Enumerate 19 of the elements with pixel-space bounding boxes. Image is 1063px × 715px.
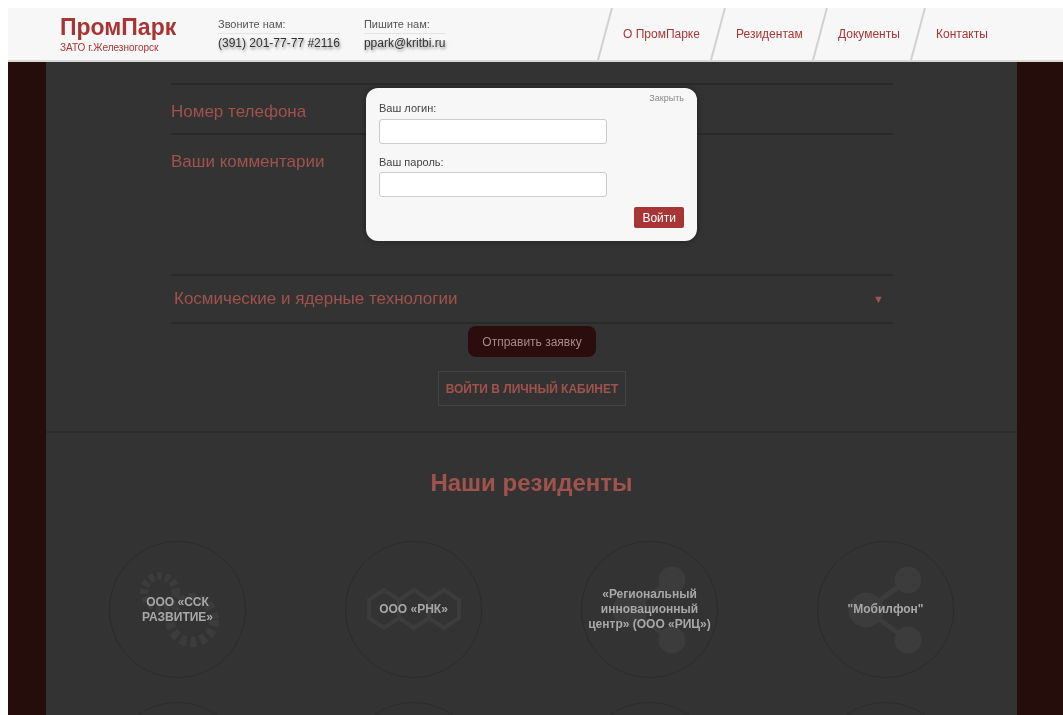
nav-link[interactable]: О ПромПарке (596, 8, 724, 60)
submit-request-button[interactable]: Отправить заявку (468, 326, 596, 357)
site-logo[interactable]: ПромПарк (60, 13, 218, 40)
input-field[interactable] (379, 172, 607, 197)
dropdown-arrow: ▼ (873, 291, 884, 307)
nav-link[interactable]: Контакты (910, 8, 1012, 60)
residents-heading: Наши резиденты (430, 468, 633, 498)
nav-link[interactable]: Резидентам (709, 8, 827, 60)
input-field[interactable] (379, 118, 607, 144)
nav-link[interactable]: Документы (812, 8, 925, 60)
contact-label: Звоните нам: (218, 15, 340, 35)
field-label: Ваш пароль: (379, 154, 445, 170)
login-button[interactable]: Войти (634, 207, 684, 228)
site-subtitle: ЗАТО г.Железногорск (60, 40, 160, 55)
field-label: Ваш логин: (379, 101, 438, 116)
contact-value[interactable]: (391) 201-77-77 #2116 (218, 34, 340, 53)
close-link[interactable]: Закрыть (649, 92, 684, 106)
contact-label: Пишите нам: (363, 15, 446, 35)
contact-value[interactable]: ppark@kritbi.ru (363, 34, 446, 53)
